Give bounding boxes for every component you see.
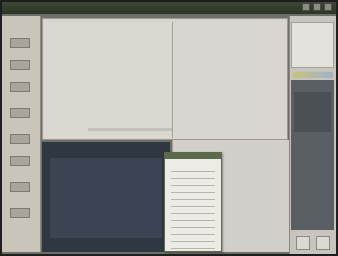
workspace-pane-right[interactable] <box>173 22 285 138</box>
panel-action-1-icon[interactable] <box>296 236 310 250</box>
tool-2-icon[interactable] <box>10 60 30 70</box>
dialog-row[interactable] <box>171 230 215 235</box>
maximize-icon[interactable] <box>313 3 321 11</box>
dark-canvas-content <box>50 158 162 238</box>
dialog-row[interactable] <box>171 216 215 221</box>
dialog-row[interactable] <box>171 202 215 207</box>
dialog-row[interactable] <box>171 195 215 200</box>
tool-5-icon[interactable] <box>10 134 30 144</box>
tool-3-icon[interactable] <box>10 82 30 92</box>
tool-8-icon[interactable] <box>10 208 30 218</box>
dialog-titlebar[interactable] <box>165 153 221 159</box>
dialog-row[interactable] <box>171 188 215 193</box>
right-panel-thumbnail <box>294 92 331 132</box>
tool-7-icon[interactable] <box>10 182 30 192</box>
dialog-row[interactable] <box>171 181 215 186</box>
dialog-row[interactable] <box>171 209 215 214</box>
left-toolbar <box>2 16 41 252</box>
dialog-row[interactable] <box>171 167 215 172</box>
dialog-row[interactable] <box>171 223 215 228</box>
dialog-row[interactable] <box>171 174 215 179</box>
minimize-icon[interactable] <box>302 3 310 11</box>
dialog-row[interactable] <box>171 244 215 249</box>
panel-action-2-icon[interactable] <box>316 236 330 250</box>
tool-4-icon[interactable] <box>10 108 30 118</box>
tool-6-icon[interactable] <box>10 156 30 166</box>
tool-1-icon[interactable] <box>10 38 30 48</box>
app-screen <box>0 0 338 256</box>
window-titlebar[interactable] <box>0 0 338 14</box>
floating-dialog[interactable] <box>164 152 222 252</box>
dialog-row[interactable] <box>171 237 215 242</box>
color-swatch-strip[interactable] <box>293 72 333 78</box>
window-controls <box>302 3 332 11</box>
pane-splitter[interactable] <box>88 128 172 131</box>
right-panel-properties[interactable] <box>291 22 334 68</box>
close-icon[interactable] <box>324 3 332 11</box>
workspace-pane-left[interactable] <box>44 22 173 138</box>
